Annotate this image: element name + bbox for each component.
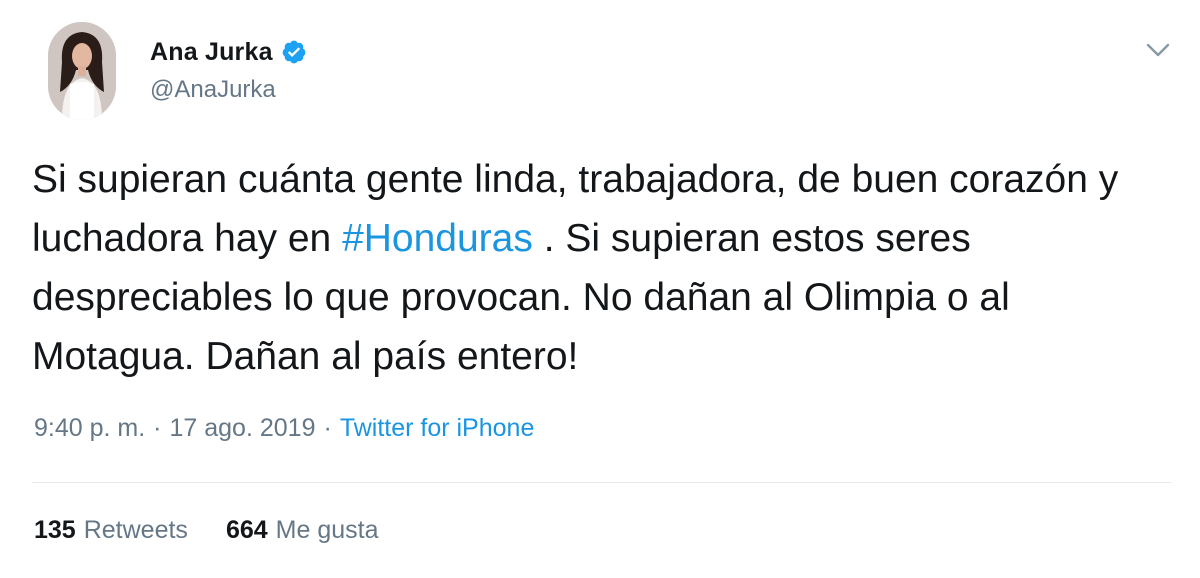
likes-label: Me gusta <box>275 516 379 544</box>
avatar[interactable] <box>48 22 116 120</box>
author-display-name[interactable]: Ana Jurka <box>150 38 273 67</box>
verified-badge-icon <box>281 39 307 65</box>
likes-count: 664 <box>225 516 268 544</box>
likes-stat[interactable]: 664 Me gusta <box>226 516 379 545</box>
retweets-count: 135 <box>34 516 76 544</box>
retweets-stat[interactable]: 135 Retweets <box>34 516 188 545</box>
meta-separator: · <box>153 414 162 442</box>
chevron-down-icon[interactable] <box>1144 38 1172 62</box>
tweet-stats: 135 Retweets 664 Me gusta <box>34 516 417 545</box>
tweet-date[interactable]: 17 ago. 2019 <box>170 414 316 443</box>
tweet-time[interactable]: 9:40 p. m. <box>34 414 145 443</box>
author-handle[interactable]: @AnaJurka <box>150 76 276 104</box>
hashtag-link[interactable]: #Honduras <box>342 217 533 260</box>
author-name-row[interactable]: Ana Jurka <box>150 34 307 70</box>
retweets-label: Retweets <box>83 516 188 544</box>
tweet-card: Ana Jurka @AnaJurka Si supieran cuánta g… <box>0 0 1200 578</box>
meta-separator: · <box>323 414 332 442</box>
avatar-image <box>48 22 116 120</box>
tweet-meta: 9:40 p. m. · 17 ago. 2019 · Twitter for … <box>34 414 534 443</box>
divider <box>32 482 1172 483</box>
tweet-text: Si supieran cuánta gente linda, trabajad… <box>32 150 1172 386</box>
tweet-source-link[interactable]: Twitter for iPhone <box>340 414 535 443</box>
